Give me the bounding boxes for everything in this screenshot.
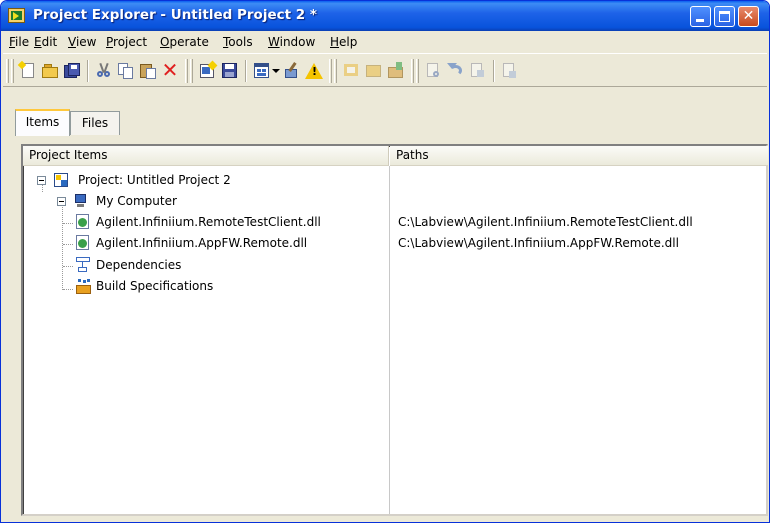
toolbar-grip[interactable] <box>411 59 414 83</box>
deploy-icon[interactable] <box>365 62 383 80</box>
paste-icon[interactable] <box>139 62 157 80</box>
close-button[interactable]: ✕ <box>738 6 759 27</box>
dependencies-icon <box>75 257 91 273</box>
copy-icon[interactable] <box>117 62 135 80</box>
tree-label-dll: Agilent.Infiniium.RemoteTestClient.dll <box>96 215 321 229</box>
tree-label-project: Project: Untitled Project 2 <box>78 173 231 187</box>
menu-edit[interactable]: Edit <box>34 35 57 49</box>
save-all-icon[interactable] <box>63 62 81 80</box>
toolbar-separator <box>245 60 247 82</box>
path-cell: C:\Labview\Agilent.Infiniium.AppFW.Remot… <box>398 236 679 250</box>
cut-icon[interactable] <box>95 62 113 80</box>
project-props-icon[interactable] <box>387 62 405 80</box>
collapse-icon[interactable] <box>37 176 46 185</box>
tree-row-project[interactable]: Project: Untitled Project 2 <box>23 171 389 191</box>
tree-row-dll-2[interactable]: Agilent.Infiniium.AppFW.Remote.dll <box>23 234 389 254</box>
open-icon[interactable] <box>41 62 59 80</box>
project-explorer-window: Project Explorer - Untitled Project 2 * … <box>0 0 770 523</box>
column-divider[interactable] <box>389 166 390 514</box>
menu-tools[interactable]: Tools <box>223 35 253 49</box>
dropdown-arrow-icon[interactable] <box>271 62 280 80</box>
warning-icon[interactable]: ! <box>305 62 323 80</box>
menu-view[interactable]: View <box>68 35 96 49</box>
find-icon[interactable] <box>425 62 443 80</box>
build-icon[interactable] <box>343 62 361 80</box>
properties-icon[interactable] <box>283 62 301 80</box>
undo-icon[interactable] <box>447 62 465 80</box>
add-file-icon[interactable] <box>199 60 218 80</box>
project-tree-panel: Project Items Paths Project: Untitled Pr… <box>21 144 768 516</box>
toolbar-grip[interactable] <box>190 59 193 83</box>
tree-label-build-specifications: Build Specifications <box>96 279 214 293</box>
maximize-icon <box>719 11 730 22</box>
toolbar-grip[interactable] <box>11 59 14 83</box>
build-specifications-icon <box>75 279 91 295</box>
new-vi-icon[interactable] <box>17 60 37 80</box>
run-icon[interactable] <box>501 62 519 80</box>
tree-row-build-specifications[interactable]: Build Specifications <box>23 277 389 297</box>
tree-label-my-computer: My Computer <box>96 194 177 208</box>
toolbar-grip[interactable] <box>334 59 337 83</box>
labview-project-icon <box>8 8 25 23</box>
menu-operate[interactable]: Operate <box>160 35 209 49</box>
menu-window[interactable]: Window <box>268 35 315 49</box>
vi-view-icon[interactable] <box>253 62 271 80</box>
toolbar-separator <box>87 60 89 82</box>
dll-icon <box>75 214 91 230</box>
delete-icon[interactable]: ✕ <box>161 59 179 81</box>
column-header-project-items[interactable]: Project Items <box>23 146 389 166</box>
tree-row-dependencies[interactable]: Dependencies <box>23 256 389 276</box>
tab-items[interactable]: Items <box>15 109 70 136</box>
menu-bar: File Edit View Project Operate Tools Win… <box>3 31 767 53</box>
column-header-paths[interactable]: Paths <box>390 146 768 166</box>
find-next-icon[interactable] <box>469 62 487 80</box>
project-icon <box>53 172 69 188</box>
menu-file[interactable]: File <box>9 35 29 49</box>
tab-files[interactable]: Files <box>70 111 120 135</box>
menu-project[interactable]: Project <box>106 35 147 49</box>
tree-row-my-computer[interactable]: My Computer <box>23 192 389 212</box>
path-cell: C:\Labview\Agilent.Infiniium.RemoteTestC… <box>398 215 693 229</box>
toolbar-separator <box>493 60 495 82</box>
maximize-button[interactable] <box>714 6 735 27</box>
title-bar[interactable]: Project Explorer - Untitled Project 2 * … <box>1 1 769 31</box>
toolbar-grip[interactable] <box>185 59 188 83</box>
toolbar-grip[interactable] <box>6 59 9 83</box>
toolbar: ✕ ! <box>3 53 767 87</box>
minimize-icon <box>696 19 704 22</box>
toolbar-grip[interactable] <box>329 59 332 83</box>
computer-icon <box>73 193 89 209</box>
save-icon[interactable] <box>221 62 239 80</box>
tree-row-dll-1[interactable]: Agilent.Infiniium.RemoteTestClient.dll <box>23 213 389 233</box>
minimize-button[interactable] <box>690 6 711 27</box>
menu-help[interactable]: Help <box>330 35 357 49</box>
tree-label-dependencies: Dependencies <box>96 258 182 272</box>
close-icon: ✕ <box>742 8 755 24</box>
collapse-icon[interactable] <box>57 197 66 206</box>
dll-icon <box>75 235 91 251</box>
window-title: Project Explorer - Untitled Project 2 * <box>33 7 317 23</box>
toolbar-grip[interactable] <box>416 59 419 83</box>
tree-label-dll: Agilent.Infiniium.AppFW.Remote.dll <box>96 236 308 250</box>
